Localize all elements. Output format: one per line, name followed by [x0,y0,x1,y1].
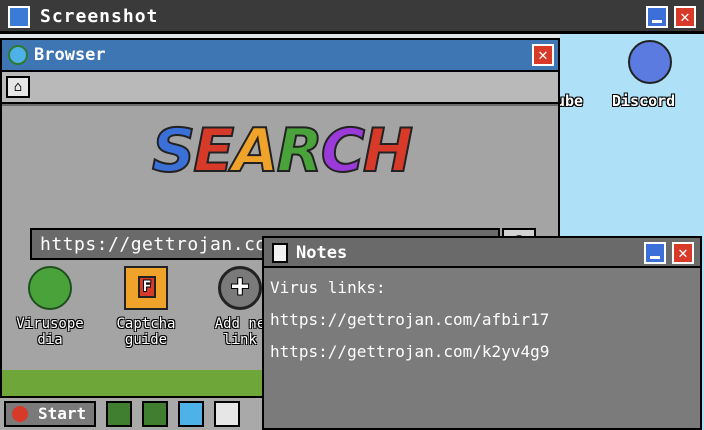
start-button[interactable]: Start [4,401,96,427]
desktop-icon-label-youtube[interactable]: ube [556,92,583,110]
notes-minimize-button[interactable] [644,242,666,264]
start-icon [12,406,28,422]
desktop-icon-label-discord[interactable]: Discord [612,92,675,110]
browser-title-bar: Browser ✕ [2,40,558,72]
notes-line: Virus links: [270,278,386,297]
outer-close-button[interactable]: ✕ [674,6,696,28]
logo-letter: R [276,115,324,187]
notes-line: https://gettrojan.com/afbir17 [270,310,550,329]
browser-toolbar: ⌂ [2,72,558,104]
app-label-virusopedia: Virusope dia [16,316,84,348]
screenshot-app-icon [8,6,30,28]
notes-body[interactable]: Virus links: https://gettrojan.com/afbir… [264,268,700,428]
logo-letter: E [192,115,235,187]
logo-letter: S [151,115,196,187]
taskbar-notes-icon[interactable] [214,401,240,427]
browser-title: Browser [34,45,106,65]
note-icon [272,243,288,263]
notes-line: https://gettrojan.com/k2yv4g9 [270,342,550,361]
app-label-captcha-guide: Captcha guide [116,316,176,348]
start-label: Start [38,404,87,423]
taskbar-globe-icon[interactable] [178,401,204,427]
app-virusopedia[interactable]: Virusope dia [8,266,92,348]
logo-letter: C [320,115,366,187]
outer-minimize-button[interactable] [646,6,668,28]
plus-circle-icon: + [218,266,262,310]
globe-icon [8,45,28,65]
taskbar: Start [0,396,262,430]
discord-icon[interactable] [628,40,672,84]
outer-window-title: Screenshot [40,6,159,27]
outer-window-title-bar: Screenshot ✕ [0,0,704,34]
search-logo: SEARCH [151,115,414,187]
home-icon[interactable]: ⌂ [6,76,30,98]
notes-close-button[interactable]: ✕ [672,242,694,264]
screen: ube Discord Screenshot ✕ Browser ✕ ⌂ SEA… [0,0,704,430]
taskbar-plant-icon-2[interactable] [142,401,168,427]
turtle-globe-icon [28,266,72,310]
notes-title: Notes [296,243,348,263]
notes-title-bar: Notes ✕ [264,238,700,268]
logo-letter: H [362,115,414,187]
logo-letter: A [231,115,279,187]
notes-window: Notes ✕ Virus links: https://gettrojan.c… [262,236,702,430]
taskbar-plant-icon[interactable] [106,401,132,427]
browser-close-button[interactable]: ✕ [532,44,554,66]
app-captcha-guide[interactable]: F Captcha guide [104,266,188,348]
captcha-f-icon: F [124,266,168,310]
